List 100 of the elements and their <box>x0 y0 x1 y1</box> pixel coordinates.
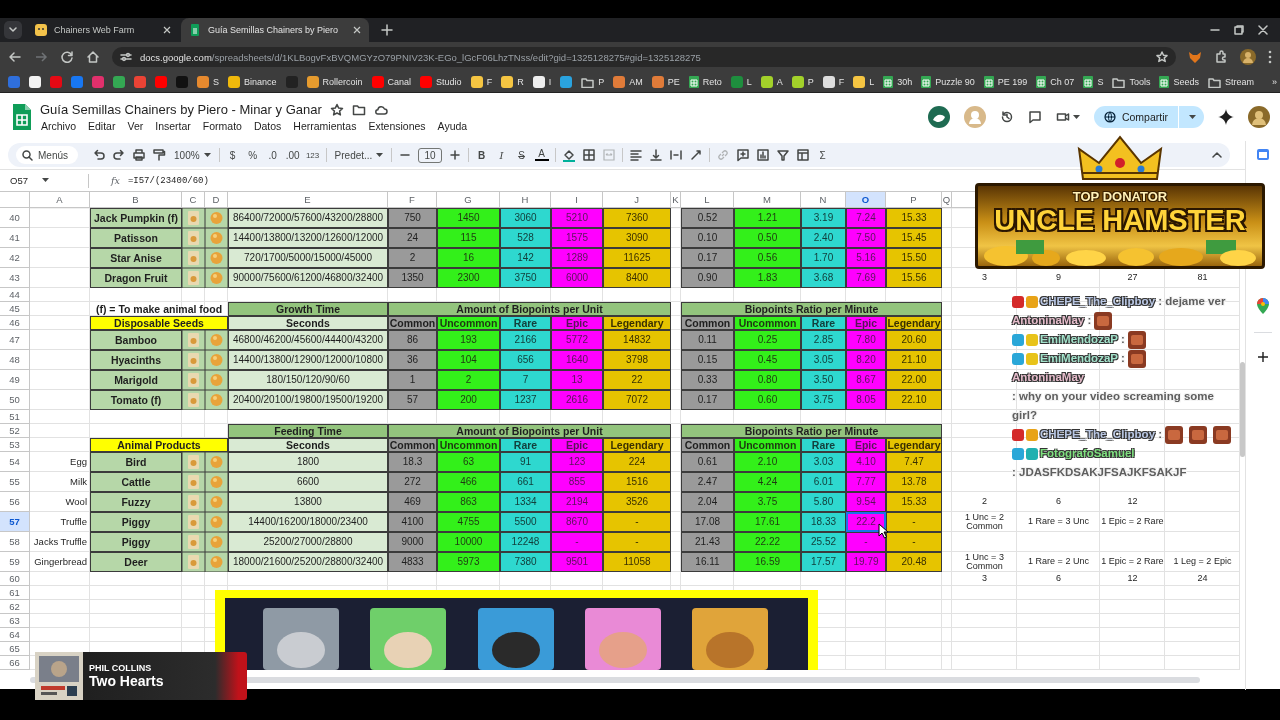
merge-cells-icon[interactable] <box>601 148 616 162</box>
print-icon[interactable] <box>132 148 146 162</box>
bookmark[interactable]: I <box>532 76 552 88</box>
borders-icon[interactable] <box>581 148 596 162</box>
bookmark[interactable]: Reto <box>688 76 722 88</box>
row-header[interactable]: 57 <box>0 512 30 532</box>
extensions-icon[interactable] <box>1214 50 1228 64</box>
menu-item[interactable]: Ver <box>127 120 144 132</box>
collapse-icon[interactable] <box>1212 152 1222 158</box>
menu-search-button[interactable]: Menús <box>16 146 78 164</box>
home-icon[interactable] <box>86 50 100 64</box>
bookmark[interactable]: L <box>853 76 875 88</box>
bookmark[interactable]: P <box>791 76 814 88</box>
calendar-icon[interactable] <box>1256 147 1270 161</box>
tab-list-button[interactable] <box>4 21 22 39</box>
font-dropdown[interactable]: Predet... <box>332 149 386 161</box>
close-icon[interactable] <box>1258 25 1268 35</box>
menu-item[interactable]: Datos <box>253 120 282 132</box>
avatar-icon[interactable] <box>927 106 950 128</box>
column-header[interactable]: O <box>846 192 886 208</box>
bookmark[interactable]: S <box>197 76 219 88</box>
strikethrough-button[interactable]: S <box>514 149 529 161</box>
menu-item[interactable]: Ayuda <box>437 120 468 132</box>
filter-icon[interactable] <box>775 148 790 162</box>
bookmark[interactable]: F <box>470 76 493 88</box>
chart-icon[interactable] <box>755 148 770 162</box>
bookmark[interactable]: Stream <box>1207 76 1254 88</box>
bookmark[interactable]: Rollercoin <box>306 76 363 88</box>
folder-icon[interactable] <box>351 102 366 117</box>
comment-icon[interactable] <box>1027 110 1042 124</box>
restore-icon[interactable] <box>1234 25 1244 35</box>
bookmark[interactable]: Ch 07 <box>1036 76 1075 88</box>
menu-item[interactable]: Herramientas <box>293 120 357 132</box>
bookmark[interactable]: Puzzle 90 <box>921 76 975 88</box>
menu-item[interactable]: Archivo <box>41 120 76 132</box>
paint-format-icon[interactable] <box>152 148 166 162</box>
bookmark[interactable]: Tools <box>1112 76 1151 88</box>
plus-icon[interactable] <box>1257 351 1269 363</box>
bookmark-icon[interactable] <box>29 76 41 88</box>
bookmark[interactable]: F <box>822 76 845 88</box>
font-size-field[interactable]: 10 <box>418 147 442 163</box>
currency-format-button[interactable]: $ <box>225 149 240 161</box>
comment-add-icon[interactable] <box>735 148 750 162</box>
back-icon[interactable] <box>8 50 22 64</box>
sparkle-icon[interactable] <box>1218 109 1234 125</box>
row-header[interactable]: 40 <box>0 208 30 228</box>
increase-decimal-button[interactable]: .00 <box>285 149 300 161</box>
site-info-icon[interactable] <box>120 51 132 63</box>
bold-button[interactable]: B <box>474 149 489 161</box>
close-icon[interactable] <box>353 26 361 34</box>
text-color-button[interactable]: A <box>534 149 549 161</box>
redo-icon[interactable] <box>112 148 126 162</box>
decrease-decimal-button[interactable]: .0 <box>265 149 280 161</box>
text-wrap-icon[interactable] <box>668 148 683 162</box>
bookmark[interactable]: Studio <box>420 76 462 88</box>
name-box[interactable]: O57 <box>10 175 28 186</box>
history-icon[interactable] <box>999 110 1014 124</box>
menu-item[interactable]: Formato <box>202 120 242 132</box>
menu-item[interactable]: Insertar <box>155 120 191 132</box>
bookmark[interactable]: S <box>1083 76 1104 88</box>
undo-icon[interactable] <box>92 148 106 162</box>
zoom-dropdown[interactable]: 100% <box>172 149 213 161</box>
menu-item[interactable]: Editar <box>88 120 116 132</box>
bookmark[interactable]: AM <box>613 76 643 88</box>
address-bar[interactable]: docs.google.com/spreadsheets/d/1KLBogvFxBVQMGYzO79PNIV23K-EGo_lGcF06LhzTNss/edit?gid=1325128275#gid=1325128275 <box>112 47 1176 67</box>
vertical-align-icon[interactable] <box>648 148 663 162</box>
bookmark-icon[interactable] <box>113 76 125 88</box>
fill-color-icon[interactable] <box>561 148 576 162</box>
reload-icon[interactable] <box>60 50 74 64</box>
bookmark[interactable]: 30h <box>883 76 913 88</box>
maps-pin-icon[interactable] <box>1257 298 1269 314</box>
close-icon[interactable] <box>163 26 171 34</box>
text-rotation-icon[interactable] <box>688 148 703 162</box>
avatar-icon[interactable] <box>1240 49 1256 65</box>
new-tab-icon[interactable] <box>381 24 393 36</box>
scrollbar[interactable] <box>1240 362 1245 457</box>
more-formats-button[interactable]: 123 <box>305 150 320 160</box>
italic-button[interactable]: I <box>494 149 509 161</box>
functions-button[interactable]: Σ <box>815 149 830 161</box>
bookmark[interactable]: PE 199 <box>983 76 1028 88</box>
browser-tab[interactable]: Chainers Web Farm <box>27 18 179 42</box>
bookmark[interactable]: P <box>581 76 605 88</box>
star-icon[interactable] <box>329 102 344 117</box>
more-bookmarks-button[interactable]: » <box>1271 77 1277 87</box>
percent-format-button[interactable]: % <box>245 149 260 161</box>
menu-icon[interactable] <box>1268 50 1272 64</box>
formula-field[interactable]: =I57/(23400/60) <box>127 175 209 186</box>
bookmark[interactable]: PE <box>651 76 680 88</box>
avatar-icon[interactable] <box>1248 106 1270 128</box>
bookmark[interactable]: Seeds <box>1159 76 1199 88</box>
bookmark-icon[interactable] <box>560 76 573 88</box>
share-button[interactable]: Compartir <box>1093 106 1204 128</box>
align-icon[interactable] <box>628 148 643 162</box>
browser-tab[interactable]: Guía Semillas Chainers by Piero <box>181 18 369 42</box>
bookmark[interactable]: R <box>501 76 524 88</box>
column-header[interactable]: Q <box>942 192 952 208</box>
bookmark[interactable]: Canal <box>371 76 412 88</box>
menu-item[interactable]: Extensiones <box>368 120 426 132</box>
table-icon[interactable] <box>795 148 810 162</box>
fox-icon[interactable] <box>1188 50 1202 64</box>
